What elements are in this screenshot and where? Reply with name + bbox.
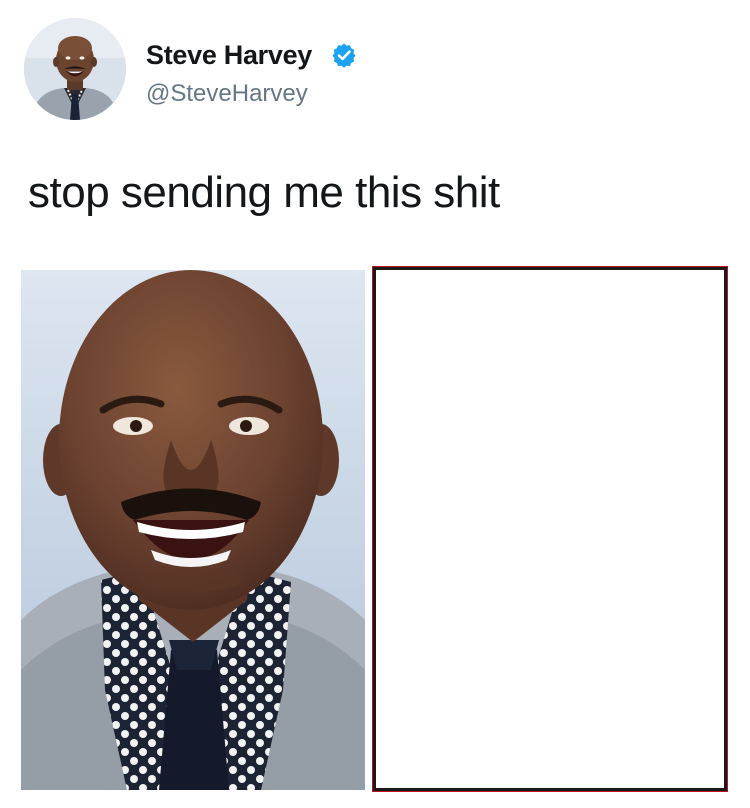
tweet-image-left[interactable] xyxy=(21,270,365,790)
smiling-man-photo-icon xyxy=(21,270,365,790)
author-display-name[interactable]: Steve Harvey xyxy=(146,40,312,71)
verified-badge-icon xyxy=(332,43,356,68)
tweet-text: stop sending me this shit xyxy=(28,168,500,217)
author-handle[interactable]: @SteveHarvey xyxy=(146,80,308,108)
tweet-card: Steve Harvey @SteveHarvey stop sending m… xyxy=(0,0,750,808)
avatar[interactable] xyxy=(24,18,126,120)
blank-white-panel[interactable] xyxy=(372,266,728,792)
profile-photo-icon xyxy=(24,18,126,120)
